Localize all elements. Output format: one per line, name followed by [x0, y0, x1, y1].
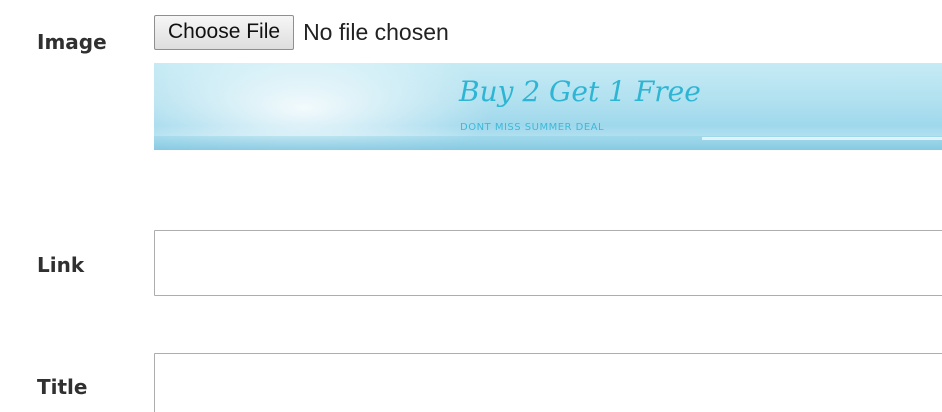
banner-wave: [702, 137, 942, 140]
banner-image-preview: Buy 2 Get 1 Free DONT MISS SUMMER DEAL: [154, 63, 942, 150]
choose-file-button[interactable]: Choose File: [154, 14, 295, 50]
image-label: Image: [37, 30, 107, 54]
banner-edit-form: Image Choose File No file chosen Buy 2 G…: [0, 0, 942, 412]
link-input[interactable]: [154, 230, 942, 296]
link-label: Link: [37, 253, 85, 277]
banner-headline: Buy 2 Get 1 Free: [459, 75, 701, 108]
banner-subtext: DONT MISS SUMMER DEAL: [460, 122, 605, 133]
file-status-text: No file chosen: [303, 18, 449, 45]
image-file-picker: Choose File No file chosen: [154, 12, 449, 52]
title-input[interactable]: [154, 353, 942, 412]
title-label: Title: [37, 375, 88, 399]
